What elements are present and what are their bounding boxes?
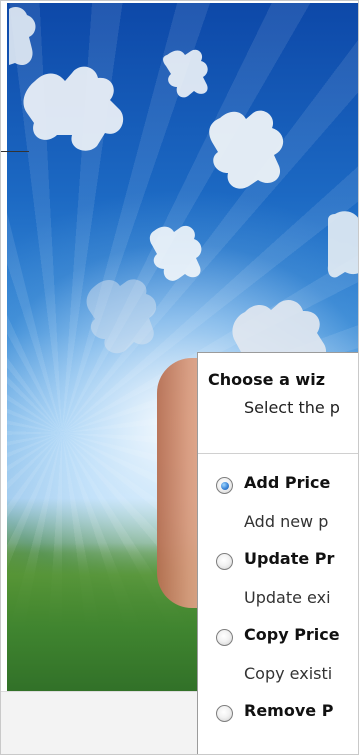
puzzle-piece-right-icon [209, 110, 284, 189]
option-title-copy-price[interactable]: Copy Price [244, 625, 340, 644]
radio-remove-price[interactable] [216, 705, 233, 722]
option-copy-price[interactable]: Copy Price Copy existi [216, 625, 358, 699]
puzzle-piece-far-left-icon [9, 7, 36, 66]
puzzle-piece-top-icon [163, 49, 208, 98]
radio-update-price[interactable] [216, 553, 233, 570]
option-title-update-price[interactable]: Update Pr [244, 549, 334, 568]
panel-divider [198, 453, 358, 454]
puzzle-piece-blur-left-icon [86, 279, 157, 354]
wizard-panel: Choose a wiz Select the p Add Price Add … [197, 352, 358, 754]
left-guide-line [1, 151, 29, 152]
option-add-price[interactable]: Add Price Add new p [216, 473, 358, 547]
option-remove-price[interactable]: Remove P [216, 701, 358, 754]
wizard-title: Choose a wiz [208, 370, 326, 389]
wizard-subtitle: Select the p [244, 398, 340, 417]
radio-copy-price[interactable] [216, 629, 233, 646]
option-description-update-price: Update exi [244, 588, 331, 607]
puzzle-piece-edge-icon [327, 211, 358, 278]
option-description-copy-price: Copy existi [244, 664, 333, 683]
option-title-remove-price[interactable]: Remove P [244, 701, 333, 720]
wizard-window: Choose a wiz Select the p Add Price Add … [0, 0, 359, 755]
option-update-price[interactable]: Update Pr Update exi [216, 549, 358, 623]
option-title-add-price[interactable]: Add Price [244, 473, 330, 492]
option-description-add-price: Add new p [244, 512, 329, 531]
radio-add-price[interactable] [216, 477, 233, 494]
